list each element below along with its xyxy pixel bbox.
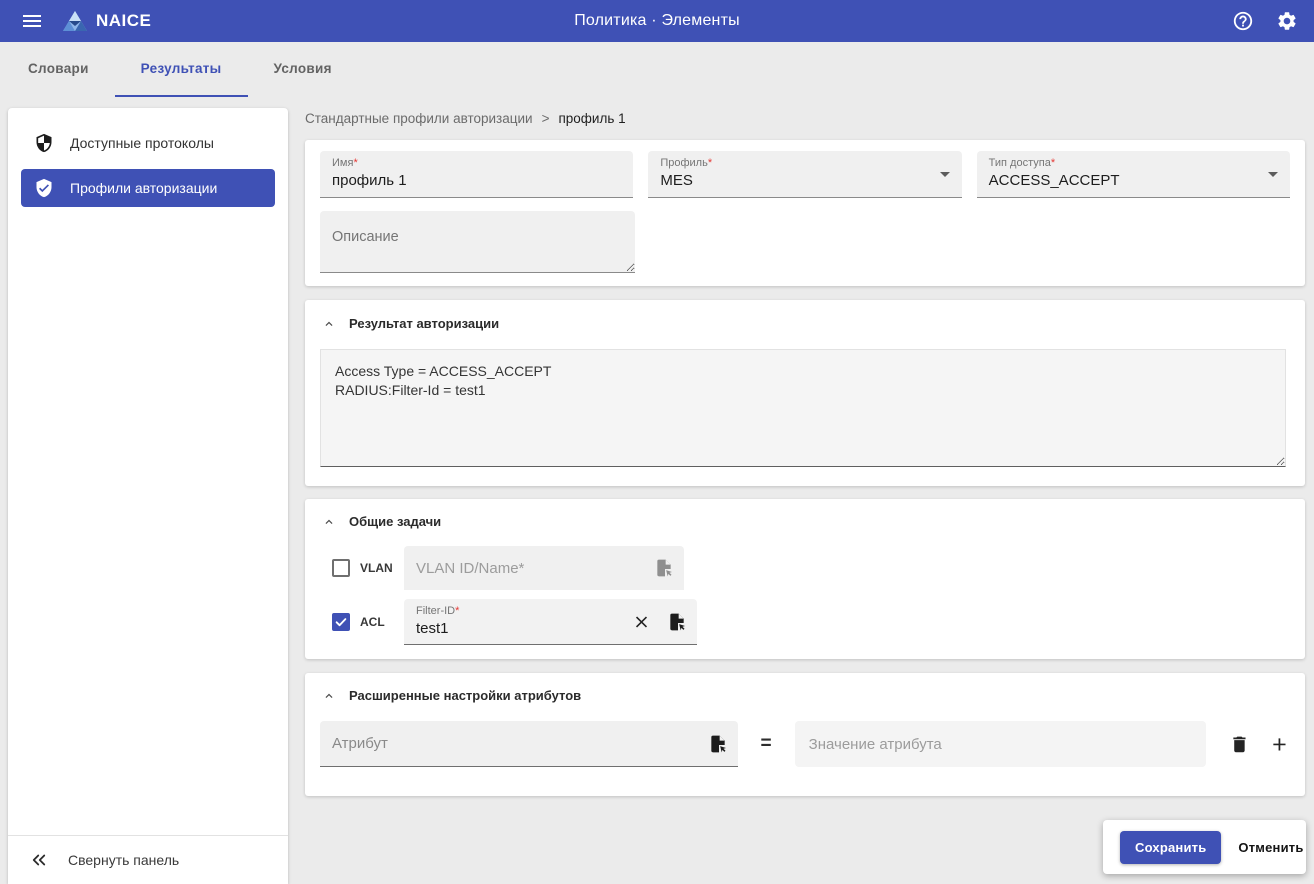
name-field-value: профиль 1 xyxy=(332,172,407,189)
collapse-panel-label: Свернуть панель xyxy=(68,852,180,868)
attribute-input[interactable]: Атрибут xyxy=(320,721,738,767)
shield-check-icon xyxy=(34,178,54,198)
required-asterisk: * xyxy=(1050,157,1056,169)
tab-results[interactable]: Результаты xyxy=(114,42,248,97)
brand: NAICE xyxy=(62,9,151,33)
breadcrumb-separator: > xyxy=(541,110,550,126)
delete-trash-icon[interactable] xyxy=(1229,734,1250,755)
cancel-button[interactable]: Отменить xyxy=(1238,840,1303,855)
vlan-id-input[interactable]: VLAN ID/Name* xyxy=(404,546,684,590)
acl-label: ACL xyxy=(360,615,385,629)
breadcrumb-parent[interactable]: Стандартные профили авторизации xyxy=(305,111,533,126)
vlan-label: VLAN xyxy=(360,561,393,575)
required-asterisk: * xyxy=(455,605,460,617)
tab-dictionaries[interactable]: Словари xyxy=(2,42,115,97)
filter-id-field[interactable]: Filter-ID* test1 xyxy=(404,599,697,645)
description-textarea[interactable] xyxy=(320,211,635,273)
breadcrumb-current: профиль 1 xyxy=(558,110,626,126)
attribute-placeholder: Атрибут xyxy=(332,735,388,752)
logo-triangle-icon xyxy=(62,9,88,33)
sidebar-item-label: Профили авторизации xyxy=(70,180,218,196)
page-title: Политика · Элементы xyxy=(574,12,740,29)
breadcrumb: Стандартные профили авторизации > профил… xyxy=(305,107,626,129)
authorization-result-textarea[interactable]: Access Type = ACCESS_ACCEPT RADIUS:Filte… xyxy=(320,349,1286,467)
advanced-attributes-section-toggle[interactable]: Расширенные настройки атрибутов xyxy=(320,684,1290,707)
hamburger-menu-icon[interactable] xyxy=(20,9,44,33)
common-tasks-card: Общие задачи VLAN VLAN ID/Name* ACL Filt… xyxy=(305,499,1305,659)
vlan-checkbox[interactable] xyxy=(332,559,350,577)
dictionary-file-icon[interactable] xyxy=(654,558,674,578)
sidebar-item-authorization-profiles[interactable]: Профили авторизации xyxy=(21,169,275,207)
access-type-select[interactable]: Тип доступа* ACCESS_ACCEPT xyxy=(976,151,1290,198)
profile-select[interactable]: Профиль* MES xyxy=(648,151,962,198)
sidebar: Доступные протоколы Профили авторизации … xyxy=(8,108,288,884)
tab-conditions[interactable]: Условия xyxy=(248,42,358,97)
dictionary-file-icon[interactable] xyxy=(667,612,687,632)
required-asterisk: * xyxy=(707,157,713,169)
name-field-label: Имя xyxy=(332,157,354,169)
authorization-result-section-toggle[interactable]: Результат авторизации xyxy=(320,312,1290,335)
section-title: Результат авторизации xyxy=(349,316,500,331)
collapse-panel-button[interactable]: Свернуть панель xyxy=(8,835,288,884)
save-button[interactable]: Сохранить xyxy=(1120,830,1222,864)
common-tasks-section-toggle[interactable]: Общие задачи xyxy=(320,510,1290,533)
filter-id-label: Filter-ID xyxy=(416,605,456,617)
section-title: Расширенные настройки атрибутов xyxy=(349,688,582,703)
sidebar-item-label: Доступные протоколы xyxy=(70,135,214,151)
tab-bar: Словари Результаты Условия xyxy=(0,42,358,97)
profile-form-card: Имя* профиль 1 Профиль* MES Тип доступа*… xyxy=(305,140,1305,286)
vlan-id-placeholder: VLAN ID/Name* xyxy=(416,559,525,577)
profile-select-label: Профиль xyxy=(660,157,708,169)
access-type-select-label: Тип доступа xyxy=(988,157,1051,169)
help-icon[interactable] xyxy=(1232,10,1254,32)
required-asterisk: * xyxy=(353,157,358,169)
attribute-value-placeholder: Значение атрибута xyxy=(808,735,942,753)
shield-security-icon xyxy=(34,133,54,153)
attribute-value-input[interactable]: Значение атрибута xyxy=(794,721,1207,767)
authorization-result-card: Результат авторизации Access Type = ACCE… xyxy=(305,300,1305,486)
acl-checkbox[interactable] xyxy=(332,613,350,631)
app-bar: NAICE Политика · Элементы xyxy=(0,0,1314,42)
settings-gear-icon[interactable] xyxy=(1276,10,1298,32)
chevron-down-icon[interactable] xyxy=(1267,172,1278,177)
equals-sign: = xyxy=(760,733,772,754)
sidebar-item-available-protocols[interactable]: Доступные протоколы xyxy=(21,124,275,162)
chevron-up-icon xyxy=(322,689,336,703)
chevron-up-icon xyxy=(322,515,336,529)
add-plus-icon[interactable] xyxy=(1269,734,1290,755)
chevron-down-icon[interactable] xyxy=(939,172,950,177)
clear-x-icon[interactable] xyxy=(632,612,651,631)
access-type-select-value: ACCESS_ACCEPT xyxy=(988,172,1120,189)
action-bar: Сохранить Отменить xyxy=(1103,820,1306,874)
profile-select-value: MES xyxy=(660,172,693,189)
brand-name: NAICE xyxy=(96,11,152,30)
advanced-attributes-card: Расширенные настройки атрибутов Атрибут … xyxy=(305,673,1305,796)
double-chevron-left-icon xyxy=(30,851,48,869)
section-title: Общие задачи xyxy=(349,514,442,529)
name-field[interactable]: Имя* профиль 1 xyxy=(320,151,634,198)
chevron-up-icon xyxy=(322,317,336,331)
dictionary-file-icon[interactable] xyxy=(708,734,728,754)
